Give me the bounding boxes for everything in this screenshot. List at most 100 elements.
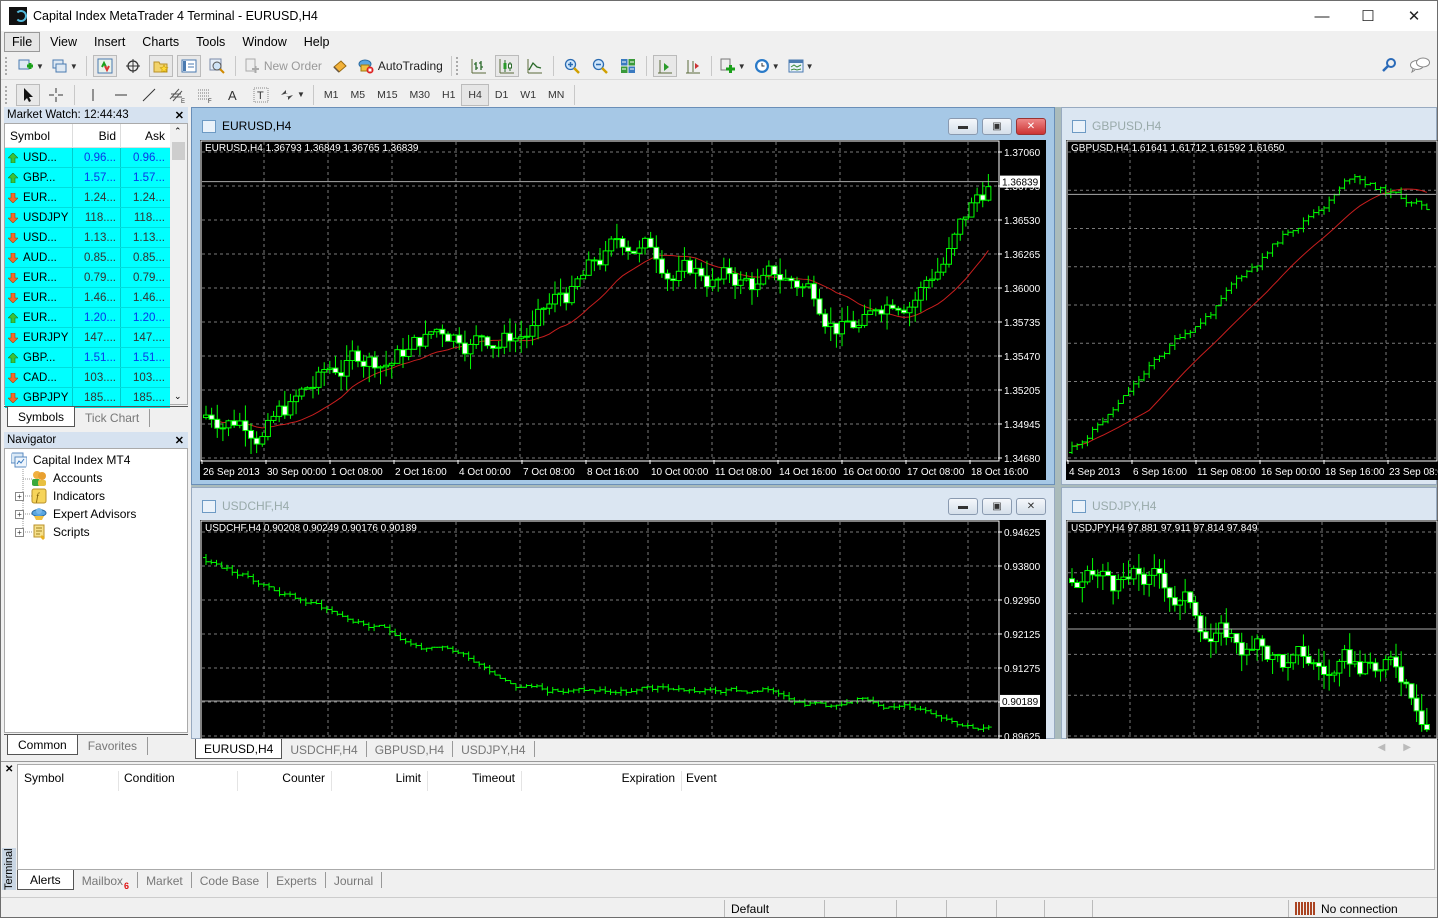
column-event[interactable]: Event bbox=[686, 771, 1426, 791]
tab-common[interactable]: Common bbox=[7, 735, 78, 755]
tile-windows-button[interactable] bbox=[616, 55, 640, 77]
timeframe-mn[interactable]: MN bbox=[542, 84, 570, 106]
timeframe-h4[interactable]: H4 bbox=[461, 83, 489, 106]
strategy-tester-button[interactable] bbox=[205, 55, 229, 77]
chart-close-button[interactable]: ✕ bbox=[1016, 498, 1046, 515]
chart-restore-button[interactable]: ▣ bbox=[982, 118, 1012, 135]
chart-window-usdjpy[interactable]: USDJPY,H4 USDJPY,H4 97.881 97.911 97.814… bbox=[1061, 487, 1438, 740]
tab-favorites[interactable]: Favorites bbox=[78, 737, 149, 755]
scroll-thumb[interactable] bbox=[172, 142, 185, 160]
market-watch-row[interactable]: EUR... 1.20... 1.20... bbox=[5, 308, 170, 328]
search-icon[interactable] bbox=[1381, 57, 1397, 73]
crosshair-tool[interactable] bbox=[44, 84, 68, 106]
chart-tab-usdjpy[interactable]: USDJPY,H4 bbox=[453, 741, 535, 757]
tab-tick-chart[interactable]: Tick Chart bbox=[75, 409, 151, 427]
menu-view[interactable]: View bbox=[43, 33, 84, 51]
periods-button[interactable]: ▼ bbox=[752, 55, 782, 77]
tab-code-base[interactable]: Code Base bbox=[192, 872, 269, 888]
auto-scroll-button[interactable] bbox=[652, 55, 677, 77]
navigator-toggle[interactable] bbox=[148, 55, 173, 77]
zoom-out-button[interactable] bbox=[588, 55, 612, 77]
market-watch-row[interactable]: EUR... 1.46... 1.46... bbox=[5, 288, 170, 308]
terminal-toggle[interactable] bbox=[176, 55, 201, 77]
tab-journal[interactable]: Journal bbox=[326, 872, 383, 888]
menu-tools[interactable]: Tools bbox=[189, 33, 232, 51]
menu-charts[interactable]: Charts bbox=[135, 33, 186, 51]
close-market-watch-icon[interactable]: ✕ bbox=[175, 109, 188, 122]
column-limit[interactable]: Limit bbox=[334, 771, 428, 791]
chart-tabs-scroll-arrows[interactable]: ◀▶ bbox=[1378, 742, 1429, 753]
navigator-item-scripts[interactable]: Scripts bbox=[31, 524, 90, 540]
new-order-button[interactable]: New Order bbox=[242, 55, 324, 77]
menu-window[interactable]: Window bbox=[235, 33, 293, 51]
text-tool[interactable]: A bbox=[221, 84, 245, 106]
menu-help[interactable]: Help bbox=[297, 33, 337, 51]
column-ask[interactable]: Ask bbox=[121, 124, 169, 147]
market-watch-toggle[interactable] bbox=[92, 55, 117, 77]
chart-tab-usdchf[interactable]: USDCHF,H4 bbox=[282, 741, 367, 757]
text-label-tool[interactable]: T bbox=[249, 84, 273, 106]
market-watch-row[interactable]: USDJPY 118.... 118.... bbox=[5, 208, 170, 228]
close-button[interactable]: ✕ bbox=[1391, 1, 1437, 31]
chart-canvas-gbpusd[interactable]: 4 Sep 2013 6 Sep 16:00 11 Sep 08:00 16 Sep … bbox=[1066, 140, 1438, 480]
expand-scripts-icon[interactable]: + bbox=[15, 528, 24, 537]
navigator-item-accounts[interactable]: Accounts bbox=[31, 470, 102, 486]
equidistant-channel-tool[interactable]: E bbox=[165, 84, 189, 106]
market-watch-row[interactable]: EUR... 1.24... 1.24... bbox=[5, 188, 170, 208]
profiles-button[interactable]: ▼ bbox=[50, 55, 80, 77]
menu-file[interactable]: File bbox=[4, 32, 41, 52]
timeframe-m30[interactable]: M30 bbox=[404, 84, 436, 106]
chart-canvas-usdchf[interactable]: 0.946250.938000.929500.921250.912750.904… bbox=[200, 520, 1046, 740]
chart-canvas-eurusd[interactable]: 1.370601.367951.365301.362651.360001.357… bbox=[200, 140, 1046, 480]
timeframe-w1[interactable]: W1 bbox=[514, 84, 542, 106]
line-chart-button[interactable] bbox=[523, 55, 547, 77]
timeframe-m5[interactable]: M5 bbox=[345, 84, 372, 106]
toolbar-grip[interactable] bbox=[5, 57, 9, 75]
tab-alerts[interactable]: Alerts bbox=[17, 870, 74, 890]
toolbar-grip[interactable] bbox=[5, 85, 9, 104]
market-watch-row[interactable]: CAD... 103.... 103.... bbox=[5, 368, 170, 388]
timeframe-m1[interactable]: M1 bbox=[318, 84, 345, 106]
tab-symbols[interactable]: Symbols bbox=[7, 407, 76, 427]
market-watch-row[interactable]: GBPJPY 185.... 185.... bbox=[5, 388, 170, 408]
market-watch-scrollbar[interactable]: ⌃ ⌄ bbox=[170, 124, 187, 404]
toolbar-grip[interactable] bbox=[455, 57, 460, 75]
indicators-button[interactable]: ▼ bbox=[718, 55, 748, 77]
market-watch-row[interactable]: USD... 0.96... 0.96... bbox=[5, 148, 170, 168]
close-navigator-icon[interactable]: ✕ bbox=[175, 434, 188, 447]
market-watch-row[interactable]: GBP... 1.51... 1.51... bbox=[5, 348, 170, 368]
chart-close-button[interactable]: ✕ bbox=[1016, 118, 1046, 135]
metaeditor-button[interactable] bbox=[328, 55, 352, 77]
fibonacci-tool[interactable]: F bbox=[193, 84, 217, 106]
tab-market[interactable]: Market bbox=[138, 872, 192, 888]
tab-experts[interactable]: Experts bbox=[268, 872, 326, 888]
candlestick-chart-button[interactable] bbox=[494, 55, 519, 77]
minimize-button[interactable]: — bbox=[1299, 1, 1345, 31]
navigator-item-expert-advisors[interactable]: Expert Advisors bbox=[31, 506, 136, 522]
column-expiration[interactable]: Expiration bbox=[524, 771, 682, 791]
menu-insert[interactable]: Insert bbox=[87, 33, 132, 51]
zoom-in-button[interactable] bbox=[560, 55, 584, 77]
chart-shift-button[interactable] bbox=[681, 55, 705, 77]
bar-chart-button[interactable] bbox=[467, 55, 491, 77]
column-condition[interactable]: Condition bbox=[124, 771, 238, 791]
market-watch-row[interactable]: GBP... 1.57... 1.57... bbox=[5, 168, 170, 188]
chart-window-gbpusd[interactable]: GBPUSD,H4 4 Sep 2013 6 Sep 16:00 11 Sep 08… bbox=[1061, 107, 1438, 485]
data-window-button[interactable] bbox=[121, 55, 145, 77]
chat-icon[interactable] bbox=[1409, 57, 1431, 73]
column-symbol[interactable]: Symbol bbox=[5, 124, 73, 147]
market-watch-row[interactable]: EUR... 0.79... 0.79... bbox=[5, 268, 170, 288]
scroll-down-icon[interactable]: ⌄ bbox=[174, 391, 182, 402]
close-terminal-icon[interactable]: ✕ bbox=[5, 764, 13, 775]
templates-button[interactable]: ▼ bbox=[786, 55, 816, 77]
market-watch-row[interactable]: EURJPY 147.... 147.... bbox=[5, 328, 170, 348]
navigator-root[interactable]: Capital Index MT4 bbox=[11, 452, 130, 468]
scroll-up-icon[interactable]: ⌃ bbox=[174, 126, 182, 137]
market-watch-row[interactable]: USD... 1.13... 1.13... bbox=[5, 228, 170, 248]
cursor-tool[interactable] bbox=[16, 83, 40, 106]
arrows-tool[interactable]: ▼ bbox=[277, 84, 307, 106]
horizontal-line-tool[interactable] bbox=[109, 84, 133, 106]
chart-minimize-button[interactable]: ▬ bbox=[948, 498, 978, 515]
column-bid[interactable]: Bid bbox=[73, 124, 121, 147]
connection-status[interactable]: No connection bbox=[1288, 900, 1428, 917]
